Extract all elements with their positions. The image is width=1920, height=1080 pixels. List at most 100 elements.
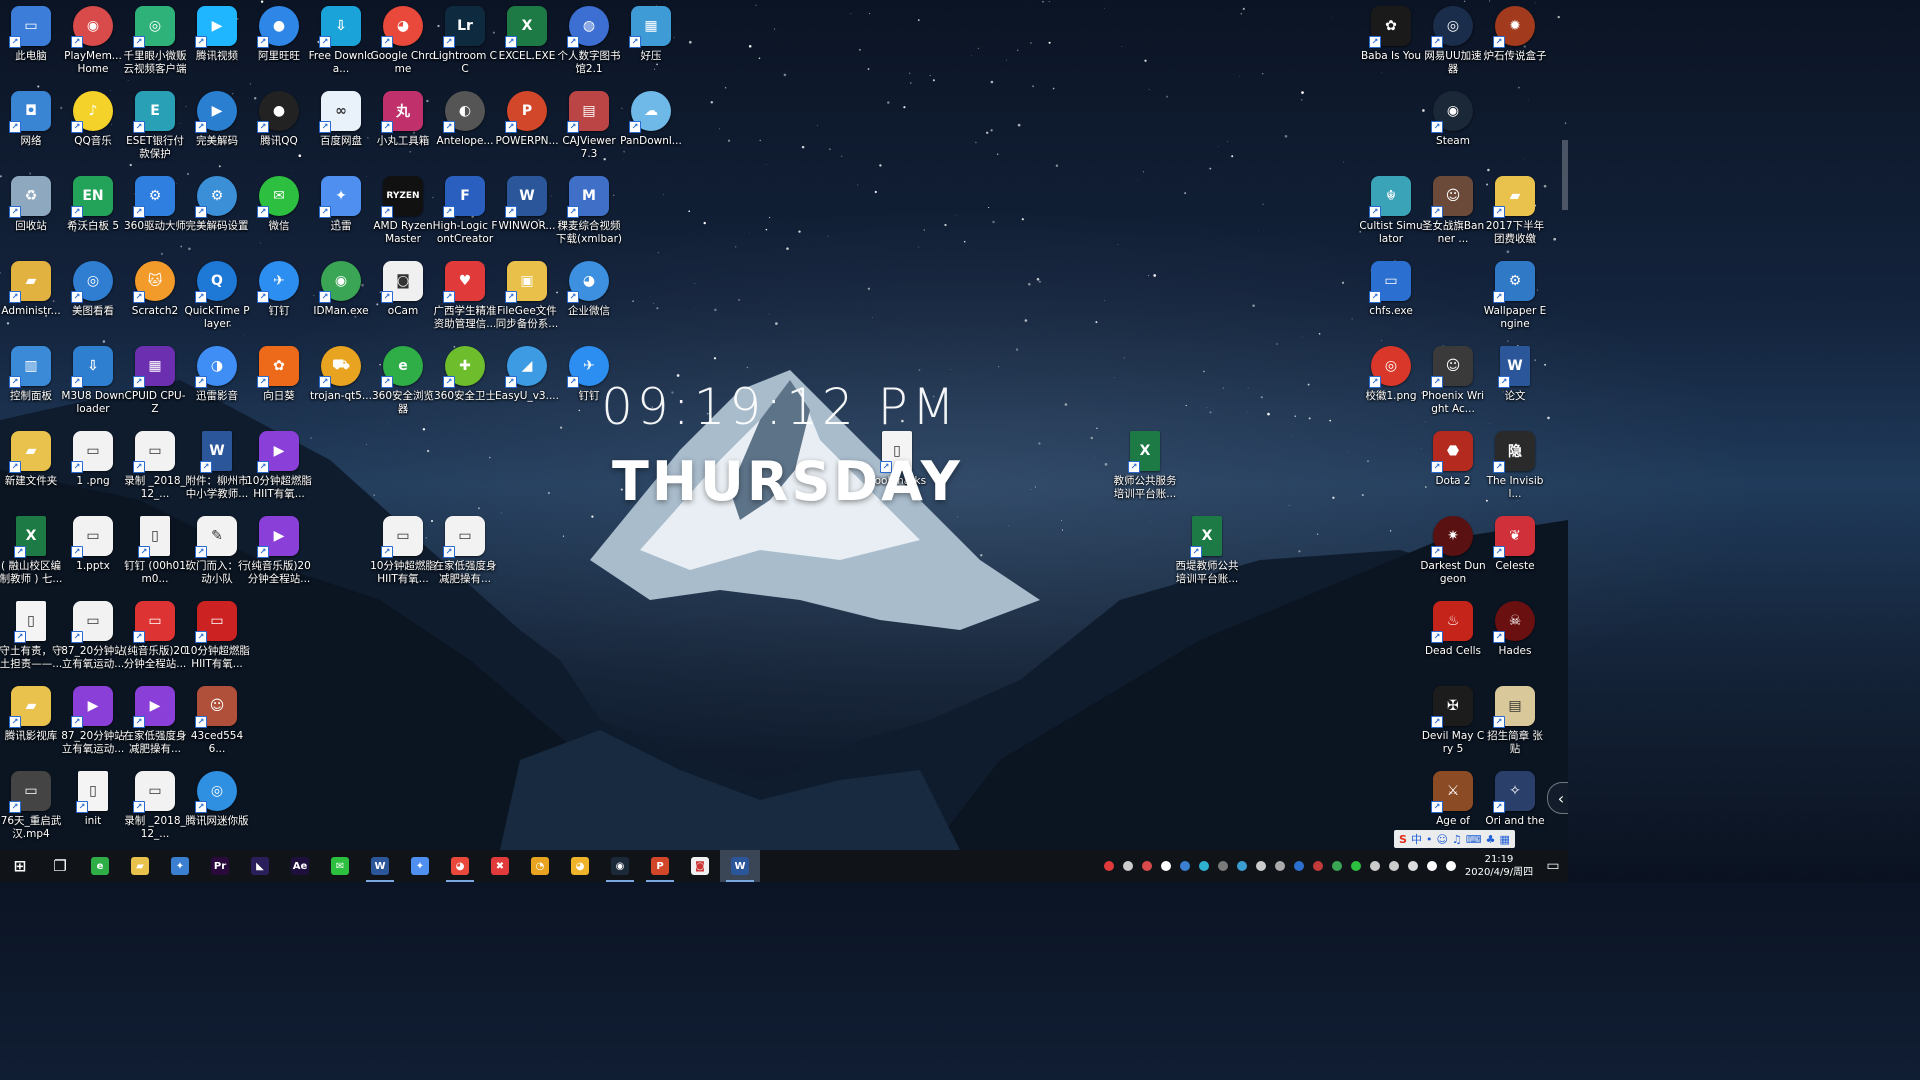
desktop-icon[interactable]: ▯ ↗ 钉钉 (00h01m0... [124, 512, 186, 597]
desktop-icon[interactable]: ⇩ ↗ Free Downloa... [309, 2, 373, 87]
desktop-icon[interactable]: F ↗ High-Logic FontCreator [433, 172, 497, 257]
desktop-icon[interactable]: ✿ ↗ 向日葵 [248, 342, 310, 427]
tray-icon[interactable] [1327, 850, 1346, 882]
chevron-left-icon[interactable]: ‹ [1547, 782, 1568, 814]
desktop-icon[interactable]: ✉ ↗ 微信 [248, 172, 310, 257]
desktop-icon[interactable]: ⚙ ↗ 完美解码设置 [186, 172, 249, 257]
tray-icon[interactable] [1308, 850, 1327, 882]
taskbar-after-effects[interactable]: Ae [280, 850, 320, 882]
desktop-icon[interactable]: ▶ ↗ 腾讯视频 [186, 2, 248, 87]
desktop-icon[interactable]: ▭ ↗ 10分钟超燃脂HIIT有氧... [370, 512, 436, 597]
desktop-icon[interactable]: ⇩ ↗ M3U8 Downloader [61, 342, 125, 427]
tray-icon[interactable] [1118, 850, 1137, 882]
start-button[interactable]: ⊞ [0, 850, 40, 882]
desktop-icon[interactable]: ✿ ↗ Baba Is You [1360, 2, 1422, 87]
desktop-icon[interactable]: ☺ ↗ 圣女战旗Banner ... [1422, 172, 1484, 257]
desktop-icon[interactable]: ✈ ↗ 钉钉 [248, 257, 310, 342]
desktop-icon[interactable]: ◎ ↗ 网易UU加速器 [1422, 2, 1484, 87]
tray-icon[interactable] [1137, 850, 1156, 882]
desktop-icon[interactable]: ● ↗ 腾讯QQ [248, 87, 310, 172]
tray-icon[interactable] [1346, 850, 1365, 882]
desktop-icon[interactable]: ◕ ↗ Google Chrome [371, 2, 435, 87]
edge-scroll-strip[interactable] [1562, 140, 1568, 210]
desktop-icon[interactable]: X ↗ 西堤教师公共培训平台账... [1176, 512, 1239, 597]
sogou-ime-icon[interactable]: S [1399, 833, 1407, 846]
desktop-icon[interactable]: ◢ ↗ EasyU_v3.... [495, 342, 559, 427]
desktop-icon[interactable]: W ↗ 附件：柳州市中小学教师... [186, 427, 249, 512]
tray-icon[interactable] [1422, 850, 1441, 882]
desktop-icon[interactable]: ☬ ↗ Cultist Simulator [1359, 172, 1423, 257]
desktop-icon[interactable]: ▭ ↗ 录制 _2018_12_... [124, 427, 186, 512]
desktop-icon[interactable]: ◎ ↗ 校徽1.png [1360, 342, 1422, 427]
desktop-icon[interactable]: ▶ ↗ 完美解码 [186, 87, 248, 172]
desktop-icon[interactable]: ◎ ↗ 腾讯网迷你版 [186, 767, 249, 850]
desktop-icon[interactable]: ✦ ↗ 迅雷 [310, 172, 372, 257]
desktop-icon[interactable]: ▦ ↗ CPUID CPU-Z [124, 342, 186, 427]
taskbar-file-explorer[interactable]: ▰ [120, 850, 160, 882]
tray-icon[interactable] [1270, 850, 1289, 882]
desktop-icon[interactable]: ♨ ↗ Dead Cells [1422, 597, 1484, 682]
desktop-icon[interactable]: ◉ ↗ IDMan.exe [310, 257, 372, 342]
desktop-icon[interactable]: ▰ ↗ 2017下半年团费收缴 [1484, 172, 1546, 257]
desktop-icon[interactable]: ☁ ↗ PanDownl... [620, 87, 682, 172]
desktop-icon[interactable]: X ↗( 融山校区编制教师 ) 七... [0, 512, 62, 597]
desktop-icon[interactable]: Lr ↗ Lightroom CC [433, 2, 497, 87]
taskbar-ocam[interactable]: ◙ [680, 850, 720, 882]
desktop-icon[interactable]: ✚ ↗ 360安全卫士 [434, 342, 496, 427]
desktop-icon[interactable]: ⛟ ↗ trojan-qt5... [310, 342, 372, 427]
desktop-icon[interactable]: ◘ ↗ 网络 [0, 87, 62, 172]
desktop-icon[interactable]: ◎ ↗ 美图看看 [62, 257, 124, 342]
ime-emoji-icon[interactable]: ☺ [1436, 833, 1447, 846]
task-view-button[interactable]: ❐ [40, 850, 80, 882]
desktop-icon[interactable]: ◕ ↗ 企业微信 [558, 257, 620, 342]
desktop-icon[interactable]: ❦ ↗ Celeste [1484, 512, 1546, 597]
desktop-icon[interactable]: 🐱 ↗ Scratch2 [124, 257, 186, 342]
tray-icon[interactable] [1251, 850, 1270, 882]
taskbar-steam[interactable]: ◉ [600, 850, 640, 882]
tray-icon[interactable] [1232, 850, 1251, 882]
desktop-icon[interactable]: ▭ ↗ 76天_重启武汉.mp4 [0, 767, 62, 850]
ime-punctuation-icon[interactable]: • [1426, 833, 1433, 846]
desktop-icon[interactable]: ▰ ↗ 新建文件夹 [0, 427, 62, 512]
tray-icon[interactable] [1441, 850, 1460, 882]
taskbar-unknown-blue[interactable]: ✦ [160, 850, 200, 882]
desktop-icon[interactable]: ☺ ↗ 43ced5546... [186, 682, 248, 767]
desktop-icon[interactable]: ✷ ↗ Darkest Dungeon [1420, 512, 1486, 597]
desktop-icon[interactable]: ♻ ↗ 回收站 [0, 172, 62, 257]
desktop-icon[interactable]: ▭ ↗ 10分钟超燃脂HIIT有氧... [184, 597, 250, 682]
taskbar-word-active[interactable]: W [720, 850, 760, 882]
desktop-icon[interactable]: ▣ ↗ FileGee文件同步备份系... [496, 257, 558, 342]
tray-icon[interactable] [1365, 850, 1384, 882]
desktop-icon[interactable]: ✠ ↗ Devil May Cry 5 [1422, 682, 1484, 767]
desktop-icon[interactable]: ⚙ ↗ Wallpaper Engine [1484, 257, 1546, 342]
desktop-icon[interactable]: X ↗ EXCEL.EXE [496, 2, 558, 87]
desktop-icon[interactable]: ◙ ↗ oCam [372, 257, 434, 342]
desktop-icon[interactable]: ◉ ↗ PlayMem... Home [62, 2, 124, 87]
desktop-icon[interactable]: 丸 ↗ 小丸工具箱 [372, 87, 434, 172]
desktop-icon[interactable]: ⬣ ↗ Dota 2 [1422, 427, 1484, 512]
taskbar-word[interactable]: W [360, 850, 400, 882]
desktop-icon[interactable]: ☠ ↗ Hades [1484, 597, 1546, 682]
desktop-icon[interactable]: ▭ ↗ chfs.exe [1360, 257, 1422, 342]
desktop-icon[interactable]: ♪ ↗ QQ音乐 [62, 87, 124, 172]
taskbar-powerpoint[interactable]: P [640, 850, 680, 882]
tray-icon[interactable] [1384, 850, 1403, 882]
desktop-icon[interactable]: ▭ ↗ 在家低强度身减肥操有... [434, 512, 497, 597]
desktop-icon[interactable]: ▦ ↗ 好压 [620, 2, 682, 87]
desktop-icon[interactable]: ● ↗ 阿里旺旺 [248, 2, 310, 87]
desktop-icon[interactable]: ▶ ↗ 10分钟超燃脂HIIT有氧... [246, 427, 312, 512]
desktop-icon[interactable]: ◑ ↗ 迅雷影音 [186, 342, 248, 427]
desktop-icon[interactable]: ✹ ↗ 炉石传说盒子 [1484, 2, 1547, 87]
ime-skin-icon[interactable]: ♣ [1486, 833, 1496, 846]
desktop-icon[interactable]: ▭ ↗ 此电脑 [0, 2, 62, 87]
desktop-icon[interactable]: e ↗ 360安全浏览器 [372, 342, 434, 427]
taskbar-wechat[interactable]: ✉ [320, 850, 360, 882]
ime-toolbar[interactable]: S 中 • ☺ ♫ ⌨ ♣ ▦ [1394, 830, 1515, 848]
desktop-icon[interactable]: ▰ ↗ Administr... [0, 257, 62, 342]
taskbar-game-cat[interactable]: ◔ [520, 850, 560, 882]
desktop-icon[interactable]: ▭ ↗ 87_20分钟站立有氧运动... [61, 597, 125, 682]
desktop-icon[interactable]: ◎ ↗ 千里眼小微贩云视频客户端 [124, 2, 187, 87]
ime-language-indicator[interactable]: 中 [1411, 831, 1422, 847]
ime-tools-icon[interactable]: ▦ [1500, 833, 1510, 846]
desktop-icon[interactable]: ▶ ↗ 87_20分钟站立有氧运动... [61, 682, 125, 767]
